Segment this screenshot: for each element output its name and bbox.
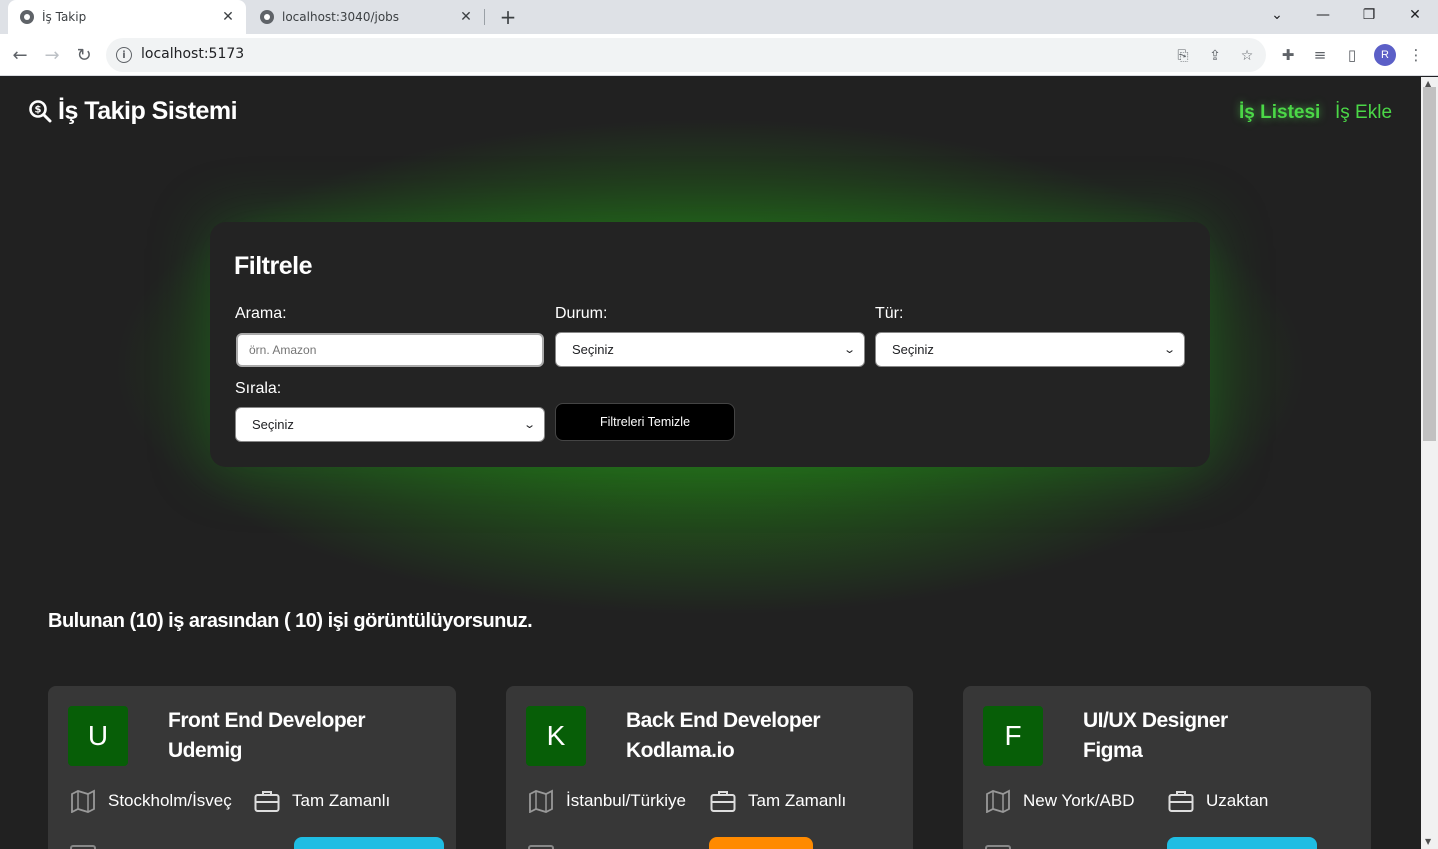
bookmark-star-icon[interactable]: ☆ — [1238, 47, 1256, 65]
app-header: $ İş Takip Sistemi İş Listesi İş Ekle — [0, 77, 1421, 149]
type-label: Tür: — [875, 305, 904, 322]
page-content: $ İş Takip Sistemi İş Listesi İş Ekle Fi… — [0, 77, 1421, 849]
sort-selected: Seçiniz — [252, 417, 294, 432]
job-card[interactable]: F UI/UX Designer Figma New York/ABD Uzak… — [963, 686, 1371, 849]
job-card[interactable]: K Back End Developer Kodlama.io İstanbul… — [506, 686, 913, 849]
job-company: Figma — [1083, 739, 1143, 762]
minimize-icon[interactable]: — — [1300, 0, 1346, 30]
job-location-text: İstanbul/Türkiye — [566, 791, 686, 810]
tab-separator — [484, 9, 485, 25]
status-badge — [1167, 837, 1317, 849]
job-type: Uzaktan — [1168, 786, 1268, 816]
job-card[interactable]: U Front End Developer Udemig Stockholm/İ… — [48, 686, 456, 849]
job-position: UI/UX Designer — [1083, 709, 1228, 732]
side-panel-icon[interactable]: ▯ — [1342, 45, 1362, 65]
briefcase-icon — [254, 791, 280, 812]
forward-icon[interactable]: → — [38, 41, 66, 69]
page-scrollbar[interactable]: ▲ ▼ — [1421, 77, 1438, 849]
search-label: Arama: — [235, 305, 287, 322]
job-type-text: Tam Zamanlı — [748, 791, 847, 810]
calendar-icon — [70, 845, 96, 849]
address-url[interactable]: localhost:5173 — [141, 46, 244, 62]
close-icon[interactable]: ✕ — [218, 7, 238, 27]
briefcase-icon — [1168, 791, 1194, 812]
extensions-icon[interactable]: ✚ — [1278, 45, 1298, 65]
svg-text:$: $ — [35, 104, 42, 115]
job-location-text: New York/ABD — [1023, 791, 1135, 810]
status-badge — [709, 837, 813, 849]
status-selected: Seçiniz — [572, 342, 614, 357]
menu-kebab-icon[interactable]: ⋮ — [1406, 45, 1426, 65]
window-close-icon[interactable]: ✕ — [1392, 0, 1438, 30]
job-heading: UI/UX Designer Figma — [1083, 706, 1228, 766]
scroll-down-icon[interactable]: ▼ — [1425, 837, 1431, 846]
browser-tab-active[interactable]: İş Takip ✕ — [8, 0, 246, 34]
tab-title: İş Takip — [42, 10, 87, 24]
calendar-icon — [985, 845, 1011, 849]
job-company: Udemig — [168, 739, 243, 762]
search-input[interactable]: örn. Amazon — [236, 333, 544, 367]
type-select[interactable]: Seçiniz ⌄ — [875, 332, 1185, 367]
search-placeholder: örn. Amazon — [249, 343, 317, 357]
filter-panel: Filtrele Arama: örn. Amazon Durum: Seçin… — [210, 222, 1210, 467]
clear-filters-button[interactable]: Filtreleri Temizle — [555, 403, 735, 441]
nav-job-list[interactable]: İş Listesi — [1239, 102, 1320, 124]
address-bar[interactable]: i localhost:5173 ⎘ ⇪ ☆ — [106, 38, 1266, 72]
reading-list-icon[interactable]: ≡ — [1310, 45, 1330, 65]
calendar-icon — [528, 845, 554, 849]
job-type-text: Tam Zamanlı — [292, 791, 391, 810]
site-info-icon[interactable]: i — [116, 47, 132, 63]
map-icon — [986, 789, 1010, 813]
restore-icon[interactable]: ❐ — [1346, 0, 1392, 30]
results-summary: Bulunan (10) iş arasından ( 10) işi görü… — [48, 610, 533, 632]
job-location: New York/ABD — [985, 786, 1135, 816]
job-position: Back End Developer — [626, 709, 821, 732]
job-position: Front End Developer — [168, 709, 366, 732]
browser-toolbar: ← → ↻ i localhost:5173 ⎘ ⇪ ☆ ✚ ≡ ▯ R ⋮ — [0, 34, 1438, 76]
job-location-text: Stockholm/İsveç — [108, 791, 232, 810]
job-type: Tam Zamanlı — [710, 786, 846, 816]
job-type: Tam Zamanlı — [254, 786, 390, 816]
profile-avatar[interactable]: R — [1374, 44, 1396, 66]
type-selected: Seçiniz — [892, 342, 934, 357]
reload-icon[interactable]: ↻ — [70, 41, 98, 69]
job-heading: Front End Developer Udemig — [168, 706, 366, 766]
status-label: Durum: — [555, 305, 608, 322]
briefcase-icon — [710, 791, 736, 812]
tab-title: localhost:3040/jobs — [282, 10, 400, 24]
job-location: Stockholm/İsveç — [70, 786, 232, 816]
chevron-down-icon: ⌄ — [842, 344, 856, 356]
browser-tab-strip: İş Takip ✕ localhost:3040/jobs ✕ + ⌄ — ❐… — [0, 0, 1438, 34]
share-icon[interactable]: ⇪ — [1206, 47, 1224, 65]
translate-icon[interactable]: ⎘ — [1174, 47, 1192, 65]
status-badge — [294, 837, 444, 849]
filter-heading: Filtrele — [234, 252, 312, 280]
chevron-down-icon: ⌄ — [522, 419, 536, 431]
globe-icon — [260, 10, 274, 24]
tab-search-icon[interactable]: ⌄ — [1254, 0, 1300, 30]
sort-select[interactable]: Seçiniz ⌄ — [235, 407, 545, 442]
back-icon[interactable]: ← — [6, 41, 34, 69]
globe-icon — [20, 10, 34, 24]
job-company: Kodlama.io — [626, 739, 735, 762]
close-icon[interactable]: ✕ — [456, 7, 476, 27]
job-location: İstanbul/Türkiye — [528, 786, 686, 816]
chevron-down-icon: ⌄ — [1162, 344, 1176, 356]
job-heading: Back End Developer Kodlama.io — [626, 706, 821, 766]
status-select[interactable]: Seçiniz ⌄ — [555, 332, 865, 367]
app-logo[interactable]: $ İş Takip Sistemi — [28, 97, 238, 126]
company-initial: K — [526, 706, 586, 766]
map-icon — [71, 789, 95, 813]
new-tab-icon[interactable]: + — [496, 5, 520, 29]
job-type-text: Uzaktan — [1206, 791, 1269, 810]
map-icon — [529, 789, 553, 813]
company-initial: F — [983, 706, 1043, 766]
company-initial: U — [68, 706, 128, 766]
browser-tab-inactive[interactable]: localhost:3040/jobs ✕ — [248, 0, 484, 34]
nav-add-job[interactable]: İş Ekle — [1335, 102, 1392, 124]
search-dollar-icon: $ — [29, 99, 52, 122]
app-title: İş Takip Sistemi — [58, 97, 238, 125]
scrollbar-thumb[interactable] — [1423, 87, 1436, 441]
sort-label: Sırala: — [235, 380, 282, 397]
